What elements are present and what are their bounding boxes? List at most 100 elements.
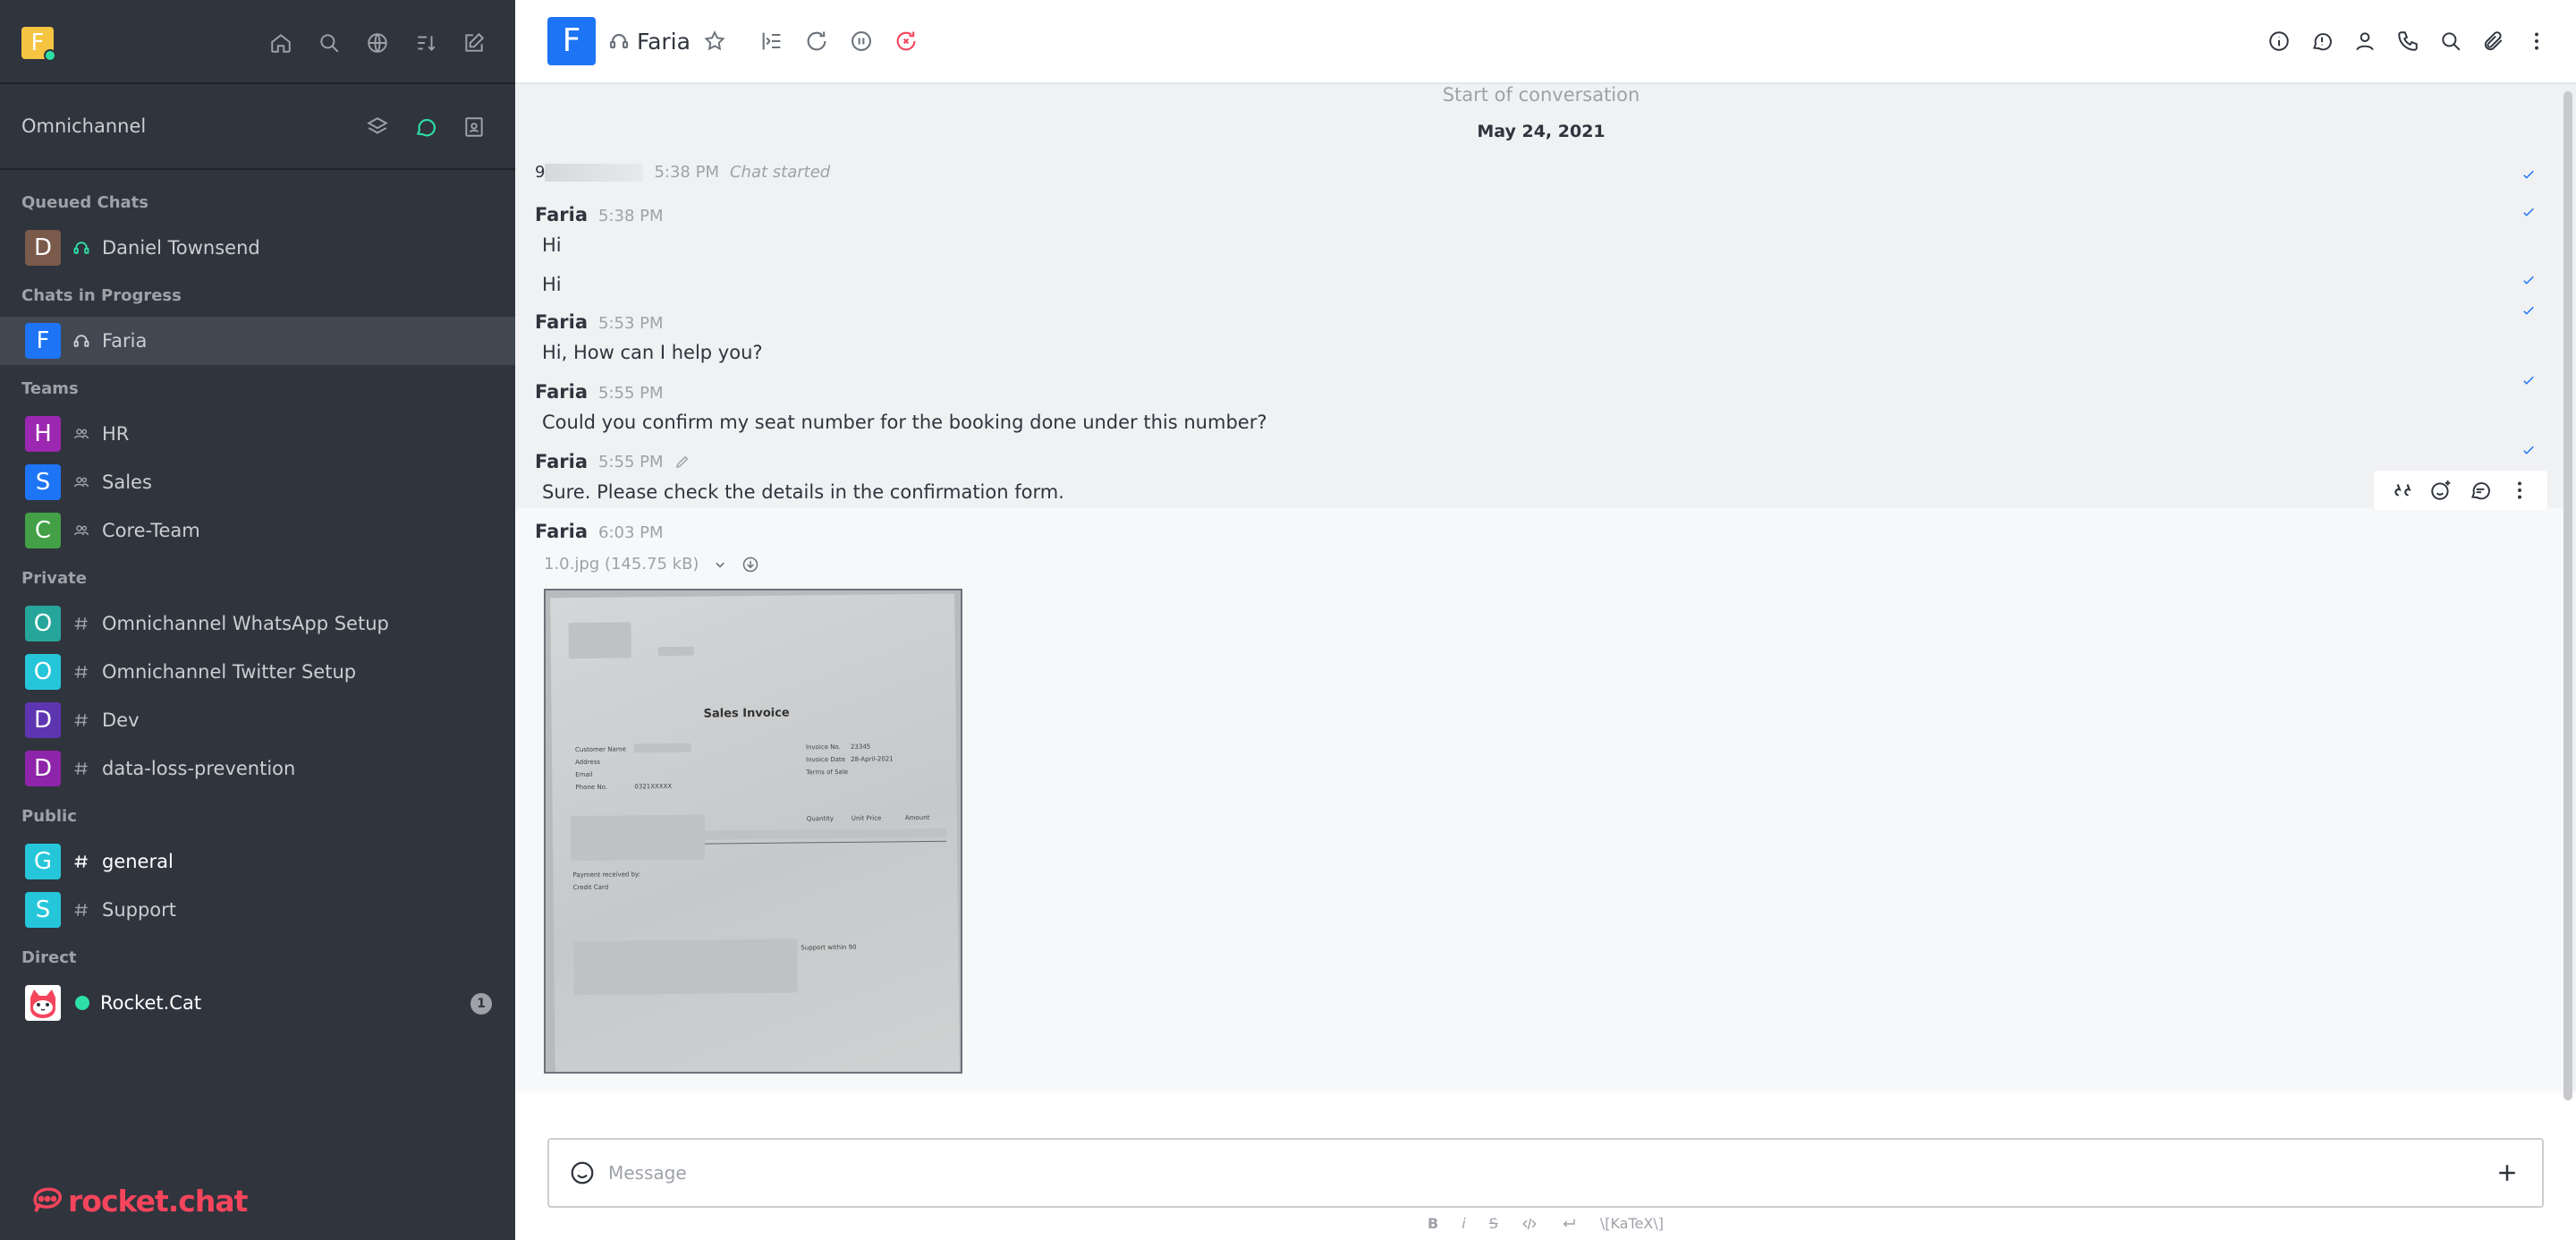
omnichannel-status-icon[interactable] <box>411 113 440 141</box>
plus-icon[interactable] <box>2494 1159 2521 1186</box>
sidebar-item-general[interactable]: G general <box>0 837 515 886</box>
favorite-star-icon[interactable] <box>703 30 726 53</box>
date-divider: May 24, 2021 <box>1477 122 1606 141</box>
contact-center-icon[interactable] <box>460 113 488 141</box>
strike-button[interactable]: S <box>1489 1215 1498 1232</box>
sidebar-item-sales[interactable]: S Sales <box>0 458 515 506</box>
sidebar-item-hr[interactable]: H HR <box>0 410 515 458</box>
attachment-filename[interactable]: 1.0.jpg (145.75 kB) <box>544 555 699 573</box>
room-header: F Faria <box>515 0 2576 84</box>
read-check-icon <box>2523 208 2534 217</box>
avatar: S <box>25 892 61 928</box>
files-attachment-icon[interactable] <box>2481 29 2506 54</box>
omnichannel-title: Omnichannel <box>21 115 147 137</box>
sidebar-item-rocket-cat[interactable]: Rocket.Cat 1 <box>0 979 515 1027</box>
threads-alert-icon[interactable] <box>2309 29 2334 54</box>
sidebar-item-support[interactable]: S Support <box>0 886 515 934</box>
code-icon[interactable] <box>1521 1216 1538 1232</box>
invoice-label: Email <box>575 770 593 779</box>
sidebar-header: F <box>0 0 515 84</box>
kebab-menu-icon[interactable] <box>2524 29 2549 54</box>
sidebar-item-core-team[interactable]: C Core-Team <box>0 506 515 555</box>
add-reaction-icon[interactable] <box>2429 479 2453 502</box>
system-message: 9 5:38 PM Chat started <box>535 163 2547 182</box>
room-avatar[interactable]: F <box>547 17 596 65</box>
message-input[interactable] <box>608 1162 2494 1184</box>
queue-layers-icon[interactable] <box>363 113 392 141</box>
invoice-photo: Sales Invoice Customer Name Address Emai… <box>550 593 960 1072</box>
livechat-icon <box>72 331 91 351</box>
invoice-label: Credit Card <box>572 883 609 892</box>
sidebar: F Omnichannel Queued Chats D Daniel Town… <box>0 0 515 1240</box>
close-chat-icon[interactable] <box>893 28 919 55</box>
scrollbar[interactable] <box>2563 91 2572 1100</box>
chevron-down-icon[interactable] <box>711 556 729 573</box>
section-private: Private <box>21 569 87 588</box>
sidebar-item-omnichannel-twitter-setup[interactable]: O Omnichannel Twitter Setup <box>0 648 515 696</box>
download-icon[interactable] <box>741 556 759 573</box>
formatting-toolbar: B i S \[KaTeX\] <box>515 1215 2576 1232</box>
directory-globe-icon[interactable] <box>363 29 392 57</box>
invoice-column-header: Quantity <box>806 815 835 823</box>
user-avatar[interactable]: F <box>21 27 56 62</box>
contact-info-icon[interactable] <box>2352 29 2377 54</box>
reply-thread-icon[interactable] <box>2469 479 2492 502</box>
section-teams: Teams <box>21 379 79 398</box>
invoice-value: 23345 <box>850 743 871 751</box>
home-icon[interactable] <box>267 29 295 57</box>
main-panel: F Faria Start of conversation May 24, 20… <box>515 0 2576 1240</box>
create-new-icon[interactable] <box>460 29 488 57</box>
team-icon <box>72 424 91 444</box>
sort-icon[interactable] <box>411 29 440 57</box>
sidebar-item-daniel-townsend[interactable]: D Daniel Townsend <box>0 224 515 272</box>
section-queued-chats: Queued Chats <box>21 193 148 212</box>
message-username[interactable]: Faria <box>535 311 588 333</box>
move-to-queue-icon[interactable] <box>758 28 785 55</box>
message-username[interactable]: Faria <box>535 204 588 225</box>
invoice-label: Payment received by: <box>572 871 641 879</box>
sidebar-item-data-loss-prevention[interactable]: D data-loss-prevention <box>0 744 515 793</box>
message-username[interactable]: Faria <box>535 451 588 472</box>
emoji-icon[interactable] <box>569 1159 596 1186</box>
search-icon[interactable] <box>315 29 343 57</box>
invoice-divider <box>705 840 947 845</box>
search-messages-icon[interactable] <box>2438 29 2463 54</box>
forward-chat-icon[interactable] <box>803 28 830 55</box>
message-action-toolbar <box>2374 471 2547 510</box>
edited-pencil-icon <box>675 455 688 469</box>
attachment-image[interactable]: Sales Invoice Customer Name Address Emai… <box>544 589 962 1074</box>
omnichannel-bar: Omnichannel <box>0 84 515 170</box>
message-with-attachment[interactable]: Faria 6:03 PM 1.0.jpg (145.75 kB) <box>535 521 2547 573</box>
team-icon <box>72 521 91 540</box>
bold-button[interactable]: B <box>1428 1215 1438 1232</box>
message-username[interactable]: Faria <box>535 381 588 403</box>
multiline-icon[interactable] <box>1561 1216 1577 1232</box>
blurred-field <box>573 938 798 996</box>
sidebar-item-faria[interactable]: F Faria <box>0 317 515 365</box>
message[interactable]: Faria 5:55 PM Could you confirm my seat … <box>535 376 2547 433</box>
message[interactable]: Faria 5:53 PM Hi, How can I help you? <box>535 306 2547 363</box>
message[interactable]: Faria 5:55 PM Sure. Please check the det… <box>535 446 2547 503</box>
message-list: Start of conversation May 24, 2021 9 5:3… <box>515 84 2576 1100</box>
sidebar-item-omnichannel-whatsapp-setup[interactable]: O Omnichannel WhatsApp Setup <box>0 599 515 648</box>
read-check-icon <box>2523 446 2534 454</box>
italic-button[interactable]: i <box>1462 1215 1465 1232</box>
message-text: Could you confirm my seat number for the… <box>542 412 1267 433</box>
livechat-icon <box>72 238 91 258</box>
room-info-icon[interactable] <box>2267 29 2292 54</box>
team-icon <box>72 472 91 492</box>
quote-icon[interactable] <box>2390 479 2413 502</box>
avatar: G <box>25 844 61 879</box>
message[interactable]: Faria 5:38 PM Hi Hi <box>535 204 2547 295</box>
message-time: 5:55 PM <box>598 452 664 471</box>
sidebar-item-label: Sales <box>102 471 152 493</box>
private-channel-icon <box>72 614 91 633</box>
on-hold-icon[interactable] <box>848 28 875 55</box>
call-phone-icon[interactable] <box>2395 29 2420 54</box>
katex-button[interactable]: \[KaTeX\] <box>1600 1215 1664 1232</box>
rocket-cat-avatar <box>25 985 61 1021</box>
message-username[interactable]: Faria <box>535 521 588 542</box>
sidebar-item-dev[interactable]: D Dev <box>0 696 515 744</box>
invoice-value: 0321XXXXX <box>634 782 673 791</box>
more-options-icon[interactable] <box>2508 479 2531 502</box>
